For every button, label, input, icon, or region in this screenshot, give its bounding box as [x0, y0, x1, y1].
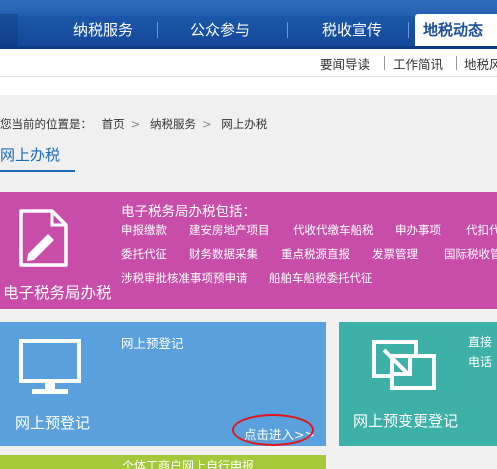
etax-item[interactable]: 重点税源直报 [281, 246, 350, 262]
nav-item-tax-news[interactable]: 地税动态 [415, 14, 497, 46]
prechange-side-1: 直接 [468, 335, 493, 349]
page-title: 网上办税 [0, 146, 61, 164]
nav-item-public-participation[interactable]: 公众参与 [175, 14, 265, 46]
subnav-local-tax[interactable]: 地税风 [464, 54, 497, 73]
breadcrumb-section[interactable]: 纳税服务 [150, 117, 196, 131]
etax-item[interactable]: 国际税收管 [444, 246, 497, 262]
sub-navigation: 要闻导读 工作简讯 地税风 [0, 49, 497, 77]
prechange-name[interactable]: 网上预变更登记 [353, 410, 458, 431]
highlight-circle [232, 414, 314, 446]
self-declare-text: 个体工商户网上自行申报 [122, 459, 255, 469]
nav-item-tax-service[interactable]: 纳税服务 [58, 14, 148, 46]
etax-item[interactable]: 财务数据采集 [189, 246, 258, 262]
breadcrumb: 您当前的位置是： 首页 > 纳税服务 > 网上办税 [0, 117, 268, 131]
breadcrumb-current: 网上办税 [221, 117, 268, 131]
document-pen-icon [19, 209, 68, 267]
subnav-headlines[interactable]: 要闻导读 [320, 54, 370, 73]
prereg-name[interactable]: 网上预登记 [15, 412, 90, 433]
etax-item[interactable]: 发票管理 [372, 246, 418, 262]
nav-item-tax-publicity[interactable]: 税收宣传 [307, 14, 397, 46]
top-navigation: 纳税服务 公众参与 税收宣传 地税动态 [0, 0, 497, 49]
etax-item[interactable]: 涉税审批核准事项预申请 [121, 270, 248, 286]
etax-item[interactable]: 申办事项 [395, 222, 441, 238]
title-underline [0, 170, 75, 172]
nav-edge [0, 14, 18, 46]
etax-item[interactable]: 委托代征 [121, 246, 167, 262]
prereg-heading: 网上预登记 [121, 336, 184, 351]
etax-item[interactable]: 申报缴款 [121, 222, 167, 238]
etax-item[interactable]: 船舶车船税委托代征 [269, 270, 373, 286]
etax-item[interactable]: 代收代缴车船税 [293, 222, 374, 238]
monitor-icon [19, 339, 81, 394]
subnav-work-briefs[interactable]: 工作简讯 [393, 54, 443, 73]
breadcrumb-home[interactable]: 首页 [102, 117, 125, 131]
etax-item[interactable]: 建安房地产项目 [189, 222, 270, 238]
etax-name[interactable]: 电子税务局办税 [3, 281, 112, 303]
breadcrumb-prefix: 您当前的位置是： [0, 117, 92, 131]
etax-heading: 电子税务局办税包括： [121, 204, 256, 220]
etax-item[interactable]: 代扣代 [466, 222, 497, 238]
resize-window-icon [372, 340, 436, 390]
prechange-side-2: 电话 [468, 355, 493, 369]
